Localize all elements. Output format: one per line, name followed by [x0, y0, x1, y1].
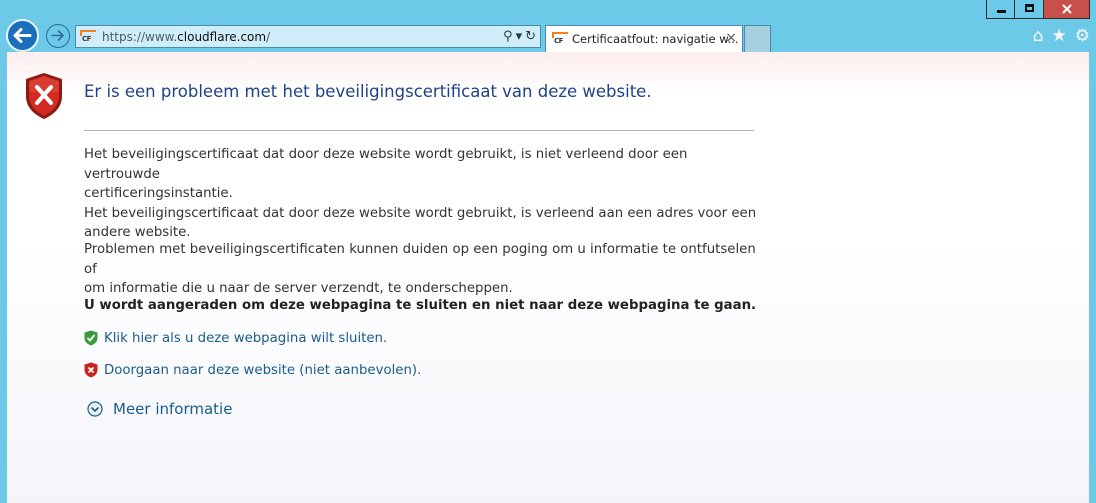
shield-ok-icon — [84, 330, 98, 346]
tab-title: Certificaatfout: navigatie w... — [572, 32, 739, 46]
minimize-button[interactable] — [986, 0, 1015, 19]
address-bar-icons: ⚲ ▾ ↻ — [503, 28, 536, 46]
window-controls — [986, 0, 1090, 19]
back-button[interactable] — [6, 19, 39, 52]
url-host: cloudflare.com — [177, 30, 267, 44]
favorites-icon[interactable]: ★ — [1052, 26, 1067, 46]
risk-description: Problemen met beveiligingscertificaten k… — [84, 240, 764, 299]
back-arrow-icon — [13, 28, 32, 43]
chevron-down-icon — [87, 401, 103, 417]
url-prefix: https://www. — [102, 30, 178, 44]
address-bar[interactable]: CF https://www.cloudflare.com/ ⚲ ▾ ↻ — [75, 25, 541, 48]
tab-close-icon[interactable]: × — [725, 30, 737, 46]
divider — [84, 130, 754, 131]
more-info-text[interactable]: Meer informatie — [113, 400, 232, 418]
url-suffix: / — [266, 30, 271, 44]
close-page-link[interactable]: Klik hier als u deze webpagina wilt slui… — [84, 330, 387, 346]
continue-link-text[interactable]: Doorgaan naar deze website (niet aanbevo… — [104, 363, 421, 378]
forward-arrow-icon — [51, 30, 64, 41]
dropdown-icon[interactable]: ▾ — [516, 28, 523, 46]
browser-chrome: CF https://www.cloudflare.com/ ⚲ ▾ ↻ CF … — [0, 0, 1096, 52]
continue-link[interactable]: Doorgaan naar deze website (niet aanbevo… — [84, 362, 421, 378]
error-description: Het beveiligingscertificaat dat door dez… — [84, 145, 764, 243]
recommendation-text: U wordt aangeraden om deze webpagina te … — [84, 298, 757, 313]
shield-warning-icon — [84, 362, 98, 378]
more-info-toggle[interactable]: Meer informatie — [87, 400, 232, 418]
description-line: Het beveiligingscertificaat dat door dez… — [84, 147, 688, 182]
home-icon[interactable]: ⌂ — [1033, 26, 1044, 46]
close-icon — [1062, 4, 1072, 14]
close-window-button[interactable] — [1044, 0, 1090, 19]
toolbar-icons: ⌂ ★ ⚙ — [1033, 26, 1090, 46]
refresh-icon[interactable]: ↻ — [525, 28, 536, 46]
description-line: om informatie die u naar de server verze… — [84, 281, 513, 296]
tab-favicon-text: CF — [554, 37, 563, 45]
description-line: Het beveiligingscertificaat dat door dez… — [84, 205, 757, 221]
maximize-button[interactable] — [1015, 0, 1044, 19]
site-favicon-icon: CF — [80, 30, 96, 45]
maximize-icon — [1025, 4, 1034, 12]
search-icon[interactable]: ⚲ — [503, 28, 513, 46]
page-title: Er is een probleem met het beveiligingsc… — [84, 82, 652, 101]
shield-error-icon — [26, 73, 62, 119]
close-page-link-text[interactable]: Klik hier als u deze webpagina wilt slui… — [104, 331, 387, 346]
tab-certificate-error[interactable]: CF Certificaatfout: navigatie w... × — [545, 25, 743, 52]
window-frame-right — [1089, 52, 1096, 503]
certificate-error-page: Er is een probleem met het beveiligingsc… — [7, 52, 1089, 503]
forward-button[interactable] — [46, 24, 70, 48]
settings-icon[interactable]: ⚙ — [1075, 26, 1090, 46]
new-tab-button[interactable] — [744, 25, 771, 52]
url-text[interactable]: https://www.cloudflare.com/ — [102, 30, 270, 44]
favicon-text: CF — [82, 35, 91, 43]
minimize-icon — [997, 10, 1006, 13]
tab-favicon-icon: CF — [552, 32, 568, 47]
description-line: Problemen met beveiligingscertificaten k… — [84, 242, 756, 277]
description-line: certificeringsinstantie. — [84, 186, 233, 201]
